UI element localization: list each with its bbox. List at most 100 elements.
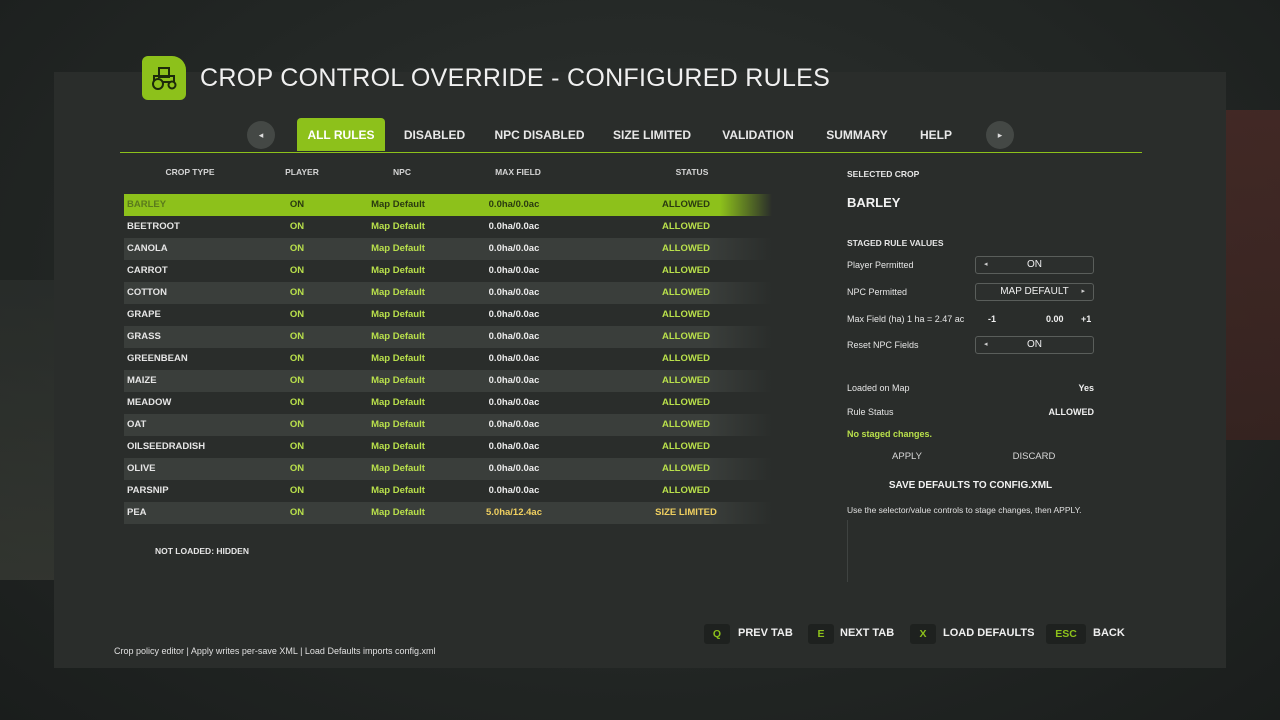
tractor-icon [142, 56, 186, 100]
col-header-max-field: MAX FIELD [495, 167, 541, 177]
rule-status: ALLOWED [661, 419, 711, 430]
table-row[interactable]: MAIZE ON Map Default 0.0ha/0.0ac ALLOWED [124, 370, 772, 392]
max-field: 0.0ha/0.0ac [488, 287, 540, 298]
max-field: 0.0ha/0.0ac [488, 243, 540, 254]
rule-status: ALLOWED [661, 397, 711, 408]
rule-status: ALLOWED [661, 353, 711, 364]
player-status: ON [289, 485, 305, 496]
table-row[interactable]: OILSEEDRADISH ON Map Default 0.0ha/0.0ac… [124, 436, 772, 458]
table-row[interactable]: GRASS ON Map Default 0.0ha/0.0ac ALLOWED [124, 326, 772, 348]
staged-changes-note: No staged changes. [847, 429, 933, 439]
player-permitted-value: ON [1027, 259, 1042, 270]
table-row[interactable]: MEADOW ON Map Default 0.0ha/0.0ac ALLOWE… [124, 392, 772, 414]
player-status: ON [289, 243, 305, 254]
player-status: ON [289, 375, 305, 386]
npc-status: Map Default [371, 441, 425, 452]
tab-npc-disabled[interactable]: NPC DISABLED [488, 118, 591, 151]
player-status: ON [289, 331, 305, 342]
table-row[interactable]: COTTON ON Map Default 0.0ha/0.0ac ALLOWE… [124, 282, 772, 304]
table-row[interactable]: CANOLA ON Map Default 0.0ha/0.0ac ALLOWE… [124, 238, 772, 260]
crop-name: BEETROOT [127, 221, 180, 232]
table-row[interactable]: PEA ON Map Default 5.0ha/12.4ac SIZE LIM… [124, 502, 772, 524]
step-value: 0.00 [1046, 314, 1064, 324]
crop-name: PEA [127, 507, 147, 518]
player-status: ON [289, 463, 305, 474]
tab-size-limited[interactable]: SIZE LIMITED [607, 118, 697, 151]
selected-crop-name: BARLEY [847, 195, 901, 210]
save-defaults-button[interactable]: SAVE DEFAULTS TO CONFIG.XML [847, 480, 1094, 491]
crop-name: MEADOW [127, 397, 172, 408]
table-row[interactable]: PARSNIP ON Map Default 0.0ha/0.0ac ALLOW… [124, 480, 772, 502]
tab-all-rules[interactable]: ALL RULES [297, 118, 385, 151]
max-field: 5.0ha/12.4ac [486, 507, 542, 518]
back-button[interactable]: BACK [1093, 627, 1125, 639]
crop-name: GRASS [127, 331, 161, 342]
prev-tab-button[interactable]: PREV TAB [738, 627, 793, 639]
key-e-badge[interactable]: E [808, 624, 834, 644]
crop-name: CARROT [127, 265, 168, 276]
rule-status: ALLOWED [661, 221, 711, 232]
tab-validation[interactable]: VALIDATION [713, 118, 803, 151]
tab-summary[interactable]: SUMMARY [818, 118, 896, 151]
max-field: 0.0ha/0.0ac [488, 265, 540, 276]
crop-name: COTTON [127, 287, 167, 298]
crop-name: OILSEEDRADISH [127, 441, 206, 452]
player-permitted-selector[interactable]: ◂ ON [975, 256, 1094, 274]
player-status: ON [289, 441, 305, 452]
table-row[interactable]: CARROT ON Map Default 0.0ha/0.0ac ALLOWE… [124, 260, 772, 282]
npc-status: Map Default [371, 353, 425, 364]
discard-button[interactable]: DISCARD [1004, 451, 1064, 462]
loaded-on-map-label: Loaded on Map [847, 383, 910, 393]
npc-status: Map Default [371, 463, 425, 474]
key-q-badge[interactable]: Q [704, 624, 730, 644]
rule-status: ALLOWED [661, 463, 711, 474]
crop-name: OLIVE [127, 463, 156, 474]
player-status: ON [289, 353, 305, 364]
max-field: 0.0ha/0.0ac [488, 221, 540, 232]
rule-status: ALLOWED [661, 287, 711, 298]
npc-permitted-selector[interactable]: MAP DEFAULT ▸ [975, 283, 1094, 301]
npc-status: Map Default [371, 375, 425, 386]
table-row[interactable]: OLIVE ON Map Default 0.0ha/0.0ac ALLOWED [124, 458, 772, 480]
player-status: ON [289, 507, 305, 518]
table-row[interactable]: OAT ON Map Default 0.0ha/0.0ac ALLOWED [124, 414, 772, 436]
footer-hint: Crop policy editor | Apply writes per-sa… [114, 646, 436, 656]
table-row[interactable]: GRAPE ON Map Default 0.0ha/0.0ac ALLOWED [124, 304, 772, 326]
player-status: ON [289, 309, 305, 320]
rule-status-value: ALLOWED [1048, 407, 1095, 417]
player-status: ON [289, 199, 305, 210]
col-header-crop: CROP TYPE [165, 167, 215, 177]
load-defaults-button[interactable]: LOAD DEFAULTS [943, 627, 1034, 639]
apply-button[interactable]: APPLY [877, 451, 937, 462]
npc-status: Map Default [371, 507, 425, 518]
crop-name: CANOLA [127, 243, 168, 254]
table-row[interactable]: BARLEY ON Map Default 0.0ha/0.0ac ALLOWE… [124, 194, 772, 216]
page-title: CROP CONTROL OVERRIDE - CONFIGURED RULES [200, 64, 831, 92]
tab-help[interactable]: HELP [911, 118, 961, 151]
reset-npc-selector[interactable]: ◂ ON [975, 336, 1094, 354]
table-row[interactable]: BEETROOT ON Map Default 0.0ha/0.0ac ALLO… [124, 216, 772, 238]
table-row[interactable]: GREENBEAN ON Map Default 0.0ha/0.0ac ALL… [124, 348, 772, 370]
arrow-right-icon[interactable]: ▸ [1081, 284, 1085, 300]
step-minus-button[interactable]: -1 [988, 314, 996, 324]
max-field: 0.0ha/0.0ac [488, 375, 540, 386]
crop-name: OAT [127, 419, 147, 430]
step-plus-button[interactable]: +1 [1081, 314, 1091, 324]
key-esc-badge[interactable]: ESC [1046, 624, 1086, 644]
background-scenery-left [0, 280, 60, 580]
npc-status: Map Default [371, 265, 425, 276]
tab-disabled[interactable]: DISABLED [397, 118, 472, 151]
staged-values-heading: STAGED RULE VALUES [847, 238, 944, 248]
tab-next-button[interactable]: ▸ [986, 121, 1014, 149]
next-tab-button[interactable]: NEXT TAB [840, 627, 894, 639]
key-x-badge[interactable]: X [910, 624, 936, 644]
npc-permitted-value: MAP DEFAULT [1000, 286, 1069, 297]
max-field: 0.0ha/0.0ac [488, 353, 540, 364]
crop-name: GREENBEAN [127, 353, 188, 364]
max-field: 0.0ha/0.0ac [488, 441, 540, 452]
player-status: ON [289, 397, 305, 408]
player-status: ON [289, 419, 305, 430]
rule-status: SIZE LIMITED [655, 507, 717, 518]
reset-npc-value: ON [1027, 339, 1042, 350]
tab-prev-button[interactable]: ◂ [247, 121, 275, 149]
